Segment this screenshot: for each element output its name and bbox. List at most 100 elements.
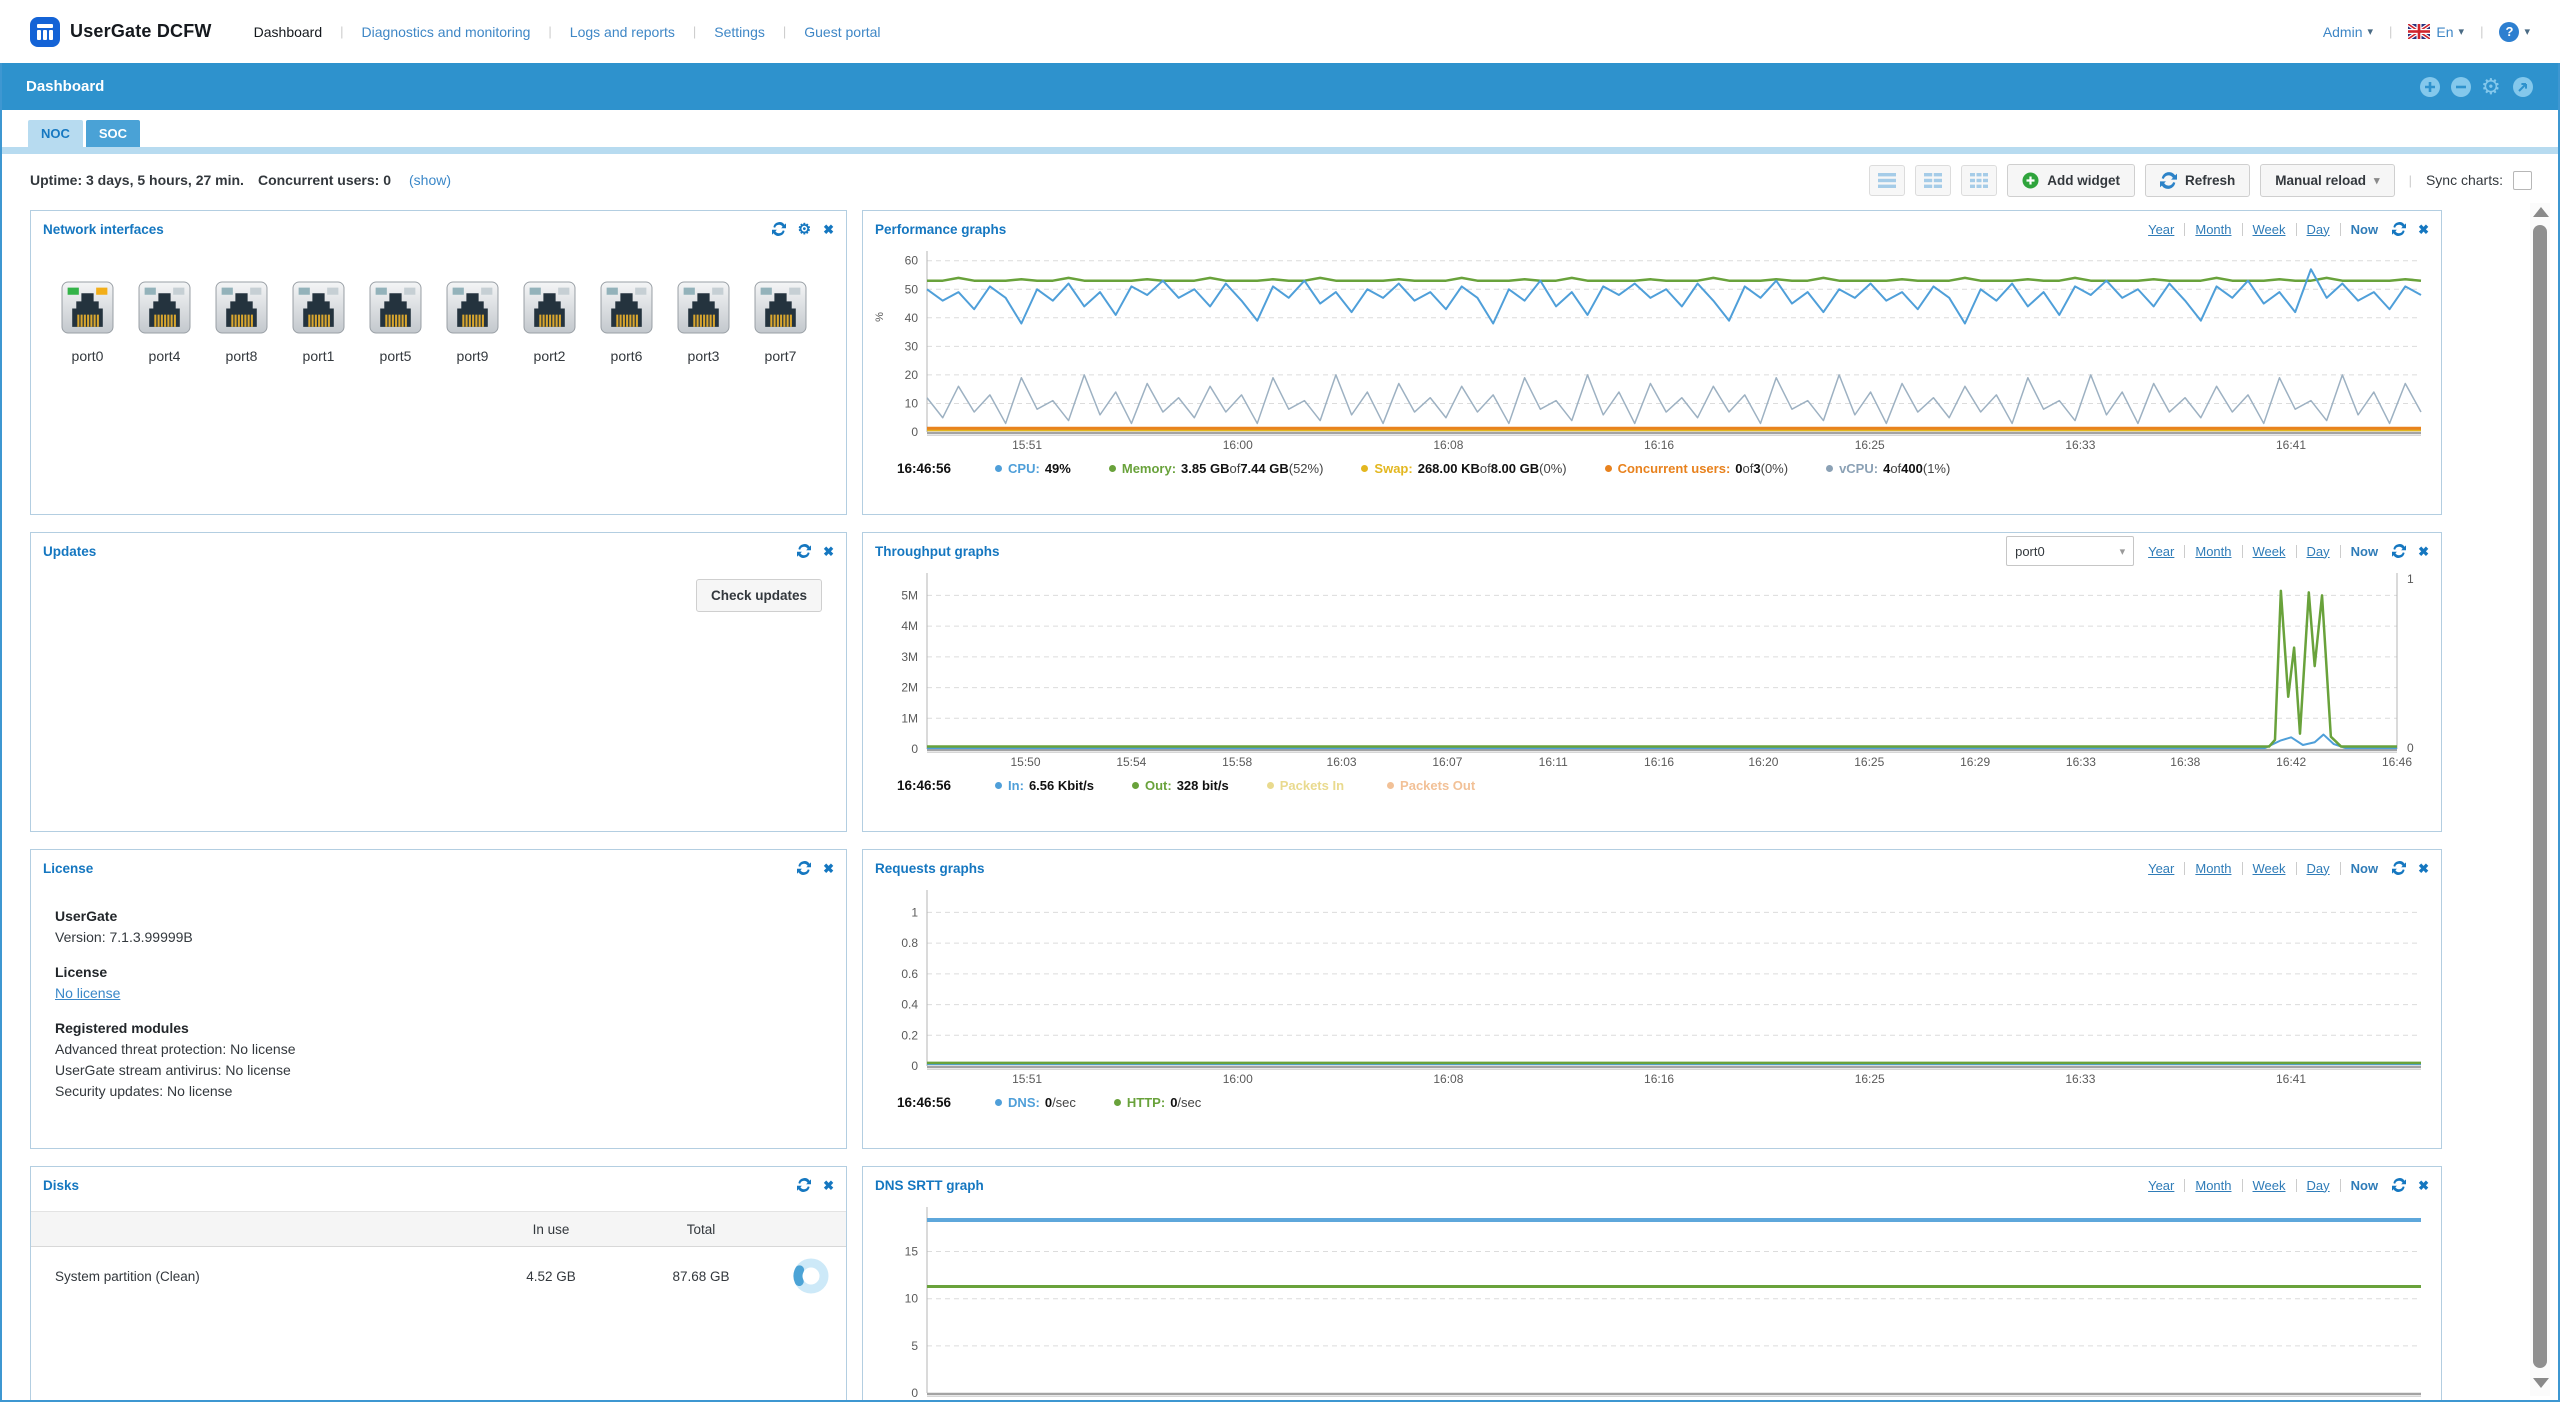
widget-refresh-icon[interactable] [2392,1178,2406,1192]
period-year[interactable]: Year [2148,1178,2174,1193]
period-week[interactable]: Week [2253,544,2286,559]
svg-text:16:29: 16:29 [1960,755,1990,769]
widget-refresh-icon[interactable] [2392,544,2406,558]
legend-entry[interactable]: Swap:268.00 KB of 8.00 GB (0%) [1361,461,1566,476]
reload-mode-dropdown[interactable]: Manual reload ▾ [2260,164,2394,197]
layout-one-column-button[interactable] [1869,165,1905,196]
period-month[interactable]: Month [2195,222,2231,237]
legend-entry[interactable]: Packets In [1267,778,1349,793]
network-port-port2[interactable]: port2 [523,281,576,364]
widget-refresh-icon[interactable] [772,222,786,236]
svg-text:16:16: 16:16 [1644,438,1674,452]
legend-entry[interactable]: In:6.56 Kbit/s [995,778,1094,793]
collapse-all-icon[interactable] [2450,76,2472,98]
legend-entry[interactable]: DNS:0/sec [995,1095,1076,1110]
chart-legend: 16:46:56CPU:49%Memory:3.85 GB of 7.44 GB… [863,454,2441,482]
admin-menu[interactable]: Admin [2323,24,2363,40]
scrollbar-thumb[interactable] [2533,225,2547,1368]
period-links: Year Month Week Day Now [2148,861,2378,876]
no-license-link[interactable]: No license [55,985,120,1001]
svg-text:15: 15 [905,1245,919,1259]
show-users-link[interactable]: (show) [409,172,451,188]
period-year[interactable]: Year [2148,544,2174,559]
svg-text:16:20: 16:20 [1748,755,1778,769]
nav-item-diagnostics-and-monitoring[interactable]: Diagnostics and monitoring [360,18,533,46]
widget-refresh-icon[interactable] [797,861,811,875]
legend-entry[interactable]: Concurrent users:0 of 3 (0%) [1605,461,1788,476]
legend-entry[interactable]: HTTP:0/sec [1114,1095,1201,1110]
disk-name: System partition (Clean) [31,1269,476,1284]
period-month[interactable]: Month [2195,544,2231,559]
widget-close-icon[interactable]: ✖ [2418,1179,2429,1192]
reload-mode-label: Manual reload [2275,173,2366,188]
period-week[interactable]: Week [2253,1178,2286,1193]
period-now[interactable]: Now [2351,1178,2378,1193]
widget-close-icon[interactable]: ✖ [2418,223,2429,236]
refresh-button[interactable]: Refresh [2145,164,2250,197]
network-port-port4[interactable]: port4 [138,281,191,364]
widget-close-icon[interactable]: ✖ [823,1179,834,1192]
scroll-up-arrow[interactable] [2533,207,2549,217]
period-day[interactable]: Day [2307,222,2330,237]
network-port-port6[interactable]: port6 [600,281,653,364]
nav-item-settings[interactable]: Settings [712,18,767,46]
network-port-port1[interactable]: port1 [292,281,345,364]
period-year[interactable]: Year [2148,861,2174,876]
nav-item-logs-and-reports[interactable]: Logs and reports [568,18,677,46]
help-icon[interactable]: ? [2499,22,2519,42]
vertical-scrollbar[interactable] [2530,203,2550,1396]
widget-close-icon[interactable]: ✖ [823,223,834,236]
period-now[interactable]: Now [2351,861,2378,876]
period-week[interactable]: Week [2253,861,2286,876]
settings-gear-icon[interactable]: ⚙ [2481,76,2503,98]
network-port-port0[interactable]: port0 [61,281,114,364]
network-port-port7[interactable]: port7 [754,281,807,364]
period-now[interactable]: Now [2351,544,2378,559]
chart-requests: 00.20.40.60.8115:5116:0016:0816:1616:251… [863,884,2441,1088]
period-year[interactable]: Year [2148,222,2174,237]
legend-entry[interactable]: CPU:49% [995,461,1071,476]
svg-text:10: 10 [905,1292,919,1306]
expand-all-icon[interactable] [2419,76,2441,98]
network-port-port8[interactable]: port8 [215,281,268,364]
widget-refresh-icon[interactable] [2392,222,2406,236]
period-month[interactable]: Month [2195,861,2231,876]
widget-gear-icon[interactable]: ⚙ [798,222,811,237]
scroll-down-arrow[interactable] [2533,1378,2549,1388]
nav-item-guest-portal[interactable]: Guest portal [802,18,882,46]
period-now[interactable]: Now [2351,222,2378,237]
legend-entry[interactable]: Memory:3.85 GB of 7.44 GB (52%) [1109,461,1324,476]
network-port-port3[interactable]: port3 [677,281,730,364]
period-month[interactable]: Month [2195,1178,2231,1193]
legend-entry[interactable]: Packets Out [1387,778,1480,793]
language-menu[interactable]: En [2436,24,2453,40]
tab-soc[interactable]: SOC [86,120,140,147]
layout-two-column-button[interactable] [1915,165,1951,196]
period-day[interactable]: Day [2307,544,2330,559]
period-week[interactable]: Week [2253,222,2286,237]
widget-close-icon[interactable]: ✖ [823,862,834,875]
widget-refresh-icon[interactable] [797,544,811,558]
navigate-icon[interactable] [2512,76,2534,98]
svg-text:0.4: 0.4 [901,998,918,1012]
add-widget-button[interactable]: Add widget [2007,164,2135,197]
widget-close-icon[interactable]: ✖ [2418,545,2429,558]
widget-refresh-icon[interactable] [2392,861,2406,875]
legend-label: Out: [1145,778,1172,793]
widget-close-icon[interactable]: ✖ [2418,862,2429,875]
network-port-port9[interactable]: port9 [446,281,499,364]
legend-entry[interactable]: vCPU:4 of 400 (1%) [1826,461,1950,476]
network-port-port5[interactable]: port5 [369,281,422,364]
tab-noc[interactable]: NOC [28,120,83,147]
svg-text:%: % [874,312,886,322]
period-day[interactable]: Day [2307,1178,2330,1193]
layout-three-column-button[interactable] [1961,165,1997,196]
nav-item-dashboard[interactable]: Dashboard [252,18,325,46]
check-updates-button[interactable]: Check updates [696,579,822,612]
widget-refresh-icon[interactable] [797,1178,811,1192]
period-day[interactable]: Day [2307,861,2330,876]
port-select[interactable]: port0 ▾ [2006,536,2134,566]
widget-close-icon[interactable]: ✖ [823,545,834,558]
legend-entry[interactable]: Out:328 bit/s [1132,778,1229,793]
sync-charts-checkbox[interactable] [2513,171,2532,190]
